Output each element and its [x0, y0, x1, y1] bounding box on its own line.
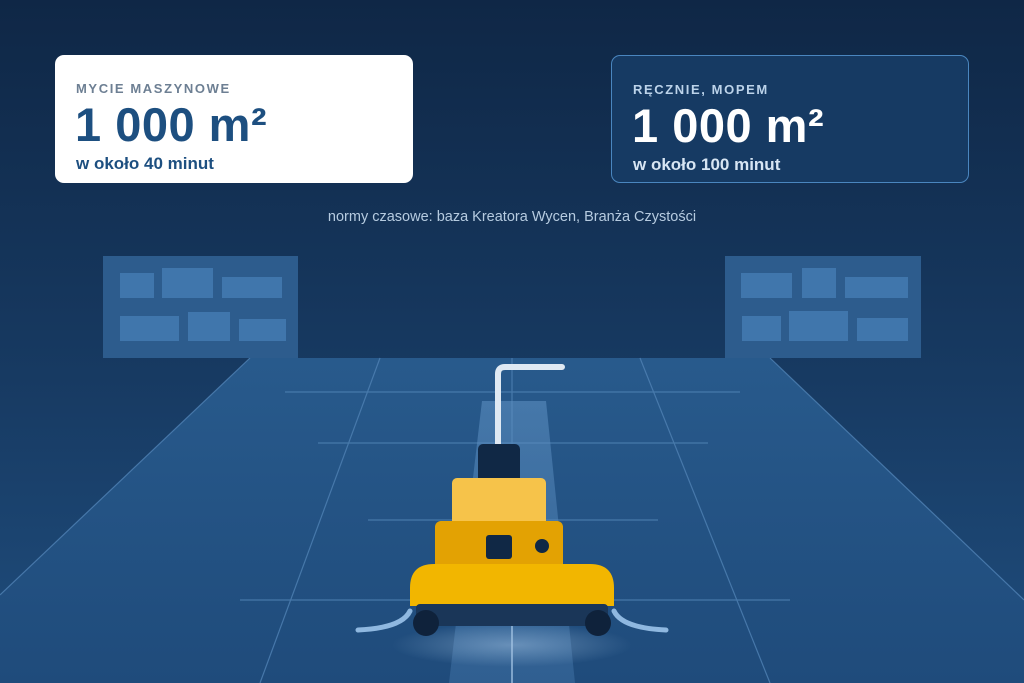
manual-card-time: w około 100 minut [633, 155, 781, 174]
machine-card-label: MYCIE MASZYNOWE [76, 81, 231, 96]
handle-grip [478, 444, 520, 483]
machine-base [410, 564, 614, 606]
machine-top [452, 478, 546, 526]
machine-card-time: w około 40 minut [76, 154, 214, 173]
manual-cleaning-card: RĘCZNIE, MOPEM 1 000 m² w około 100 minu… [611, 55, 969, 183]
left-wheel [413, 610, 439, 636]
machine-card-area: 1 000 m² [75, 98, 268, 151]
machine-skirt [416, 604, 608, 626]
source-note: normy czasowe: baza Kreatora Wycen, Bran… [327, 209, 697, 225]
right-shelf [725, 256, 921, 358]
manual-card-area: 1 000 m² [632, 99, 825, 152]
right-wheel [585, 610, 611, 636]
machine-button [535, 539, 549, 553]
machine-cleaning-card: MYCIE MASZYNOWE 1 000 m² w około 40 minu… [55, 55, 413, 183]
manual-card-label: RĘCZNIE, MOPEM [633, 82, 769, 97]
left-shelf [103, 256, 298, 358]
machine-display [486, 535, 512, 559]
